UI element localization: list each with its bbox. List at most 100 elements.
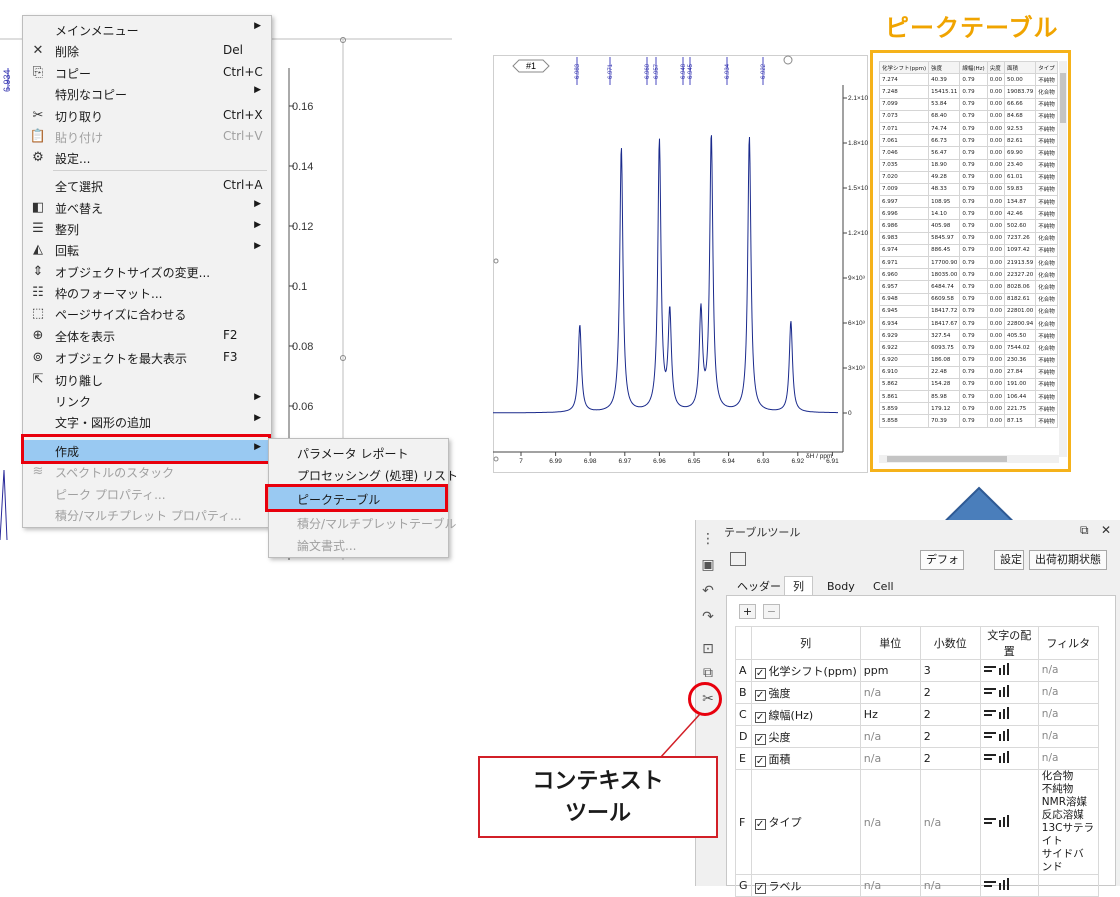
column-visible-checkbox[interactable]: ✓ (754, 667, 766, 679)
default-button[interactable]: デフォ (920, 550, 964, 570)
column-decimals[interactable]: 2 (919, 703, 981, 726)
table-row[interactable]: 6.957 6484.74 0.79 0.00 8028.06 化合物 (878, 280, 1058, 294)
column-unit[interactable]: n/a (859, 769, 921, 875)
layers-icon[interactable]: ⧉ (699, 664, 717, 682)
column-decimals[interactable]: 2 (919, 747, 981, 770)
menu-item-13[interactable]: ⬚ ページサイズに合わせる (23, 303, 271, 324)
table-row[interactable]: 6.910 22.48 0.79 0.00 27.84 不純物 (878, 365, 1058, 379)
column-name-cell[interactable]: ✓ 線幅(Hz) (750, 703, 861, 726)
column-decimals[interactable]: n/a (919, 769, 981, 875)
column-unit[interactable]: n/a (859, 747, 921, 770)
column-filter[interactable]: n/a (1037, 703, 1099, 726)
table-row[interactable]: A ✓ 化学シフト(ppm) ppm 3 n/a (735, 659, 1099, 682)
close-icon[interactable]: ✕ (1101, 523, 1111, 537)
tab-body[interactable]: Body (818, 576, 864, 596)
column-visible-checkbox[interactable]: ✓ (754, 755, 766, 767)
save-table-icon[interactable] (730, 552, 746, 566)
column-name-cell[interactable]: ✓ タイプ (750, 769, 861, 875)
redo-icon[interactable]: ↷ (699, 608, 717, 626)
column-decimals[interactable]: 2 (919, 725, 981, 748)
table-row[interactable]: 6.960 18035.00 0.79 0.00 22327.20 化合物 (878, 268, 1058, 282)
table-row[interactable]: 5.862 154.28 0.79 0.00 191.00 不純物 (878, 377, 1058, 392)
table-row[interactable]: 7.248 15415.11 0.79 0.00 19083.79 化合物 (878, 85, 1058, 99)
column-name-cell[interactable]: ✓ 化学シフト(ppm) (750, 659, 861, 682)
menu-item-1[interactable]: ✕ 削除 Del (23, 40, 271, 61)
column-visible-checkbox[interactable]: ✓ (754, 689, 766, 701)
menu-item-18[interactable]: 文字・図形の追加 ▶ (23, 411, 271, 432)
remove-column-button[interactable]: − (763, 604, 780, 619)
table-row[interactable]: 7.073 68.40 0.79 0.00 84.68 不純物 (878, 109, 1058, 123)
table-row[interactable]: 6.971 17700.90 0.79 0.00 21913.59 化合物 (878, 255, 1058, 270)
table-row[interactable]: 6.974 886.45 0.79 0.00 1097.42 不純物 (878, 243, 1058, 258)
submenu-item-1[interactable]: プロセッシング (処理) リスト (269, 463, 458, 485)
undo-icon[interactable]: ↶ (699, 582, 717, 600)
menu-item-3[interactable]: 特別なコピー ▶ (23, 83, 271, 104)
column-visible-checkbox[interactable]: ✓ (754, 819, 766, 830)
table-row[interactable]: 6.920 186.08 0.79 0.00 230.36 不純物 (878, 353, 1058, 367)
table-row[interactable]: 6.996 14.10 0.79 0.00 42.46 不純物 (878, 207, 1058, 221)
column-visible-checkbox[interactable]: ✓ (754, 733, 766, 745)
tab-columns[interactable]: 列 (784, 576, 813, 596)
zoom-icon[interactable]: ⊡ (699, 640, 717, 658)
column-alignment[interactable] (979, 659, 1039, 682)
table-row[interactable]: 7.009 48.33 0.79 0.00 59.83 不純物 (878, 182, 1058, 197)
column-filter[interactable]: n/a (1037, 681, 1099, 704)
column-alignment[interactable] (979, 703, 1039, 726)
menu-item-14[interactable]: ⊕ 全体を表示 F2 (23, 325, 271, 346)
column-visible-checkbox[interactable]: ✓ (754, 711, 766, 723)
menu-item-15[interactable]: ⊚ オブジェクトを最大表示 F3 (23, 347, 271, 368)
table-row[interactable]: E ✓ 面積 n/a 2 n/a (735, 747, 1099, 770)
column-unit[interactable]: Hz (859, 703, 921, 726)
column-name-cell[interactable]: ✓ 面積 (750, 747, 861, 770)
table-row[interactable]: 7.020 49.28 0.79 0.00 61.01 不純物 (878, 170, 1058, 184)
table-row[interactable]: 6.997 108.95 0.79 0.00 134.87 不純物 (878, 195, 1058, 209)
tab-cell[interactable]: Cell (864, 576, 903, 596)
submenu-item-0[interactable]: パラメータ レポート (269, 441, 448, 463)
column-filter[interactable]: n/a (1037, 747, 1099, 770)
table-row[interactable]: 7.071 74.74 0.79 0.00 92.53 不純物 (878, 121, 1058, 136)
more-icon[interactable]: ⋮ (699, 530, 717, 548)
peak-table-scrollbar[interactable] (1059, 61, 1067, 457)
menu-item-8[interactable]: ◧ 並べ替え ▶ (23, 197, 271, 218)
peak-table-hscrollbar[interactable] (879, 455, 1059, 463)
table-row[interactable]: 7.061 66.73 0.79 0.00 82.61 不純物 (878, 134, 1058, 148)
column-decimals[interactable]: 3 (919, 659, 981, 682)
table-row[interactable]: 5.858 70.39 0.79 0.00 87.15 不純物 (878, 414, 1058, 428)
column-alignment[interactable] (979, 725, 1039, 748)
menu-item-16[interactable]: ⇱ 切り離し (23, 369, 271, 390)
table-row[interactable]: 6.983 5845.97 0.79 0.00 7237.26 化合物 (878, 231, 1058, 245)
settings-button[interactable]: 設定 (994, 550, 1024, 570)
add-column-button[interactable]: + (739, 604, 756, 619)
peak-table-header[interactable]: タイプ (1035, 60, 1058, 75)
table-row[interactable]: 7.099 53.84 0.79 0.00 66.66 不純物 (878, 97, 1058, 111)
table-row[interactable]: 5.859 179.12 0.79 0.00 221.75 不純物 (878, 402, 1058, 416)
table-row[interactable]: B ✓ 強度 n/a 2 n/a (735, 681, 1099, 704)
columns-table[interactable]: 列単位 小数位 文字の配置 フィルタ A ✓ 化学シフト(ppm) ppm 3 n/a B ✓ 強度 n/… (735, 626, 1099, 897)
column-name-cell[interactable]: ✓ 強度 (750, 681, 861, 704)
column-name-cell[interactable]: ✓ 尖度 (750, 725, 861, 748)
pin-icon[interactable]: ⧉ (1080, 523, 1089, 538)
peak-table-header[interactable]: 強度 (928, 60, 961, 75)
table-row[interactable]: C ✓ 線幅(Hz) Hz 2 n/a (735, 703, 1099, 726)
column-alignment[interactable] (979, 769, 1039, 875)
column-filter[interactable]: 化合物 不純物 NMR溶媒 反応溶媒 13Cサテライト サイドバンド (1037, 769, 1099, 875)
menu-item-10[interactable]: ◭ 回転 ▶ (23, 239, 271, 260)
column-unit[interactable]: ppm (859, 659, 921, 682)
menu-item-4[interactable]: ✂ 切り取り Ctrl+X (23, 105, 271, 126)
menu-item-2[interactable]: ⎘ コピー Ctrl+C (23, 62, 271, 83)
column-alignment[interactable] (979, 681, 1039, 704)
table-row[interactable]: F ✓ タイプ n/a n/a 化合物 不純物 NMR溶媒 反応溶媒 13Cサテライト サ… (735, 769, 1099, 875)
peak-table-header[interactable]: 線幅(Hz) (959, 60, 988, 75)
menu-item-9[interactable]: ☰ 整列 ▶ (23, 218, 271, 239)
menu-item-12[interactable]: ☷ 枠のフォーマット... (23, 282, 271, 303)
table-row[interactable]: 6.922 6093.75 0.79 0.00 7544.02 化合物 (878, 341, 1058, 355)
column-decimals[interactable]: 2 (919, 681, 981, 704)
table-row[interactable]: 5.861 85.98 0.79 0.00 106.44 不純物 (878, 390, 1058, 404)
column-filter[interactable]: n/a (1037, 725, 1099, 748)
menu-item-7[interactable]: 全て選択 Ctrl+A (23, 175, 271, 196)
peak-table-panel[interactable]: 化学シフト(ppm) 強度 線幅(Hz) 尖度 面積 タイプ 7.274 40.39 0.79 0… (870, 50, 1071, 472)
table-row[interactable]: 6.934 18417.67 0.79 0.00 22800.94 化合物 (878, 316, 1058, 331)
column-alignment[interactable] (979, 747, 1039, 770)
table-row[interactable]: 7.046 56.47 0.79 0.00 69.90 不純物 (878, 146, 1058, 160)
menu-item-0[interactable]: メインメニュー ▶ (23, 19, 271, 40)
